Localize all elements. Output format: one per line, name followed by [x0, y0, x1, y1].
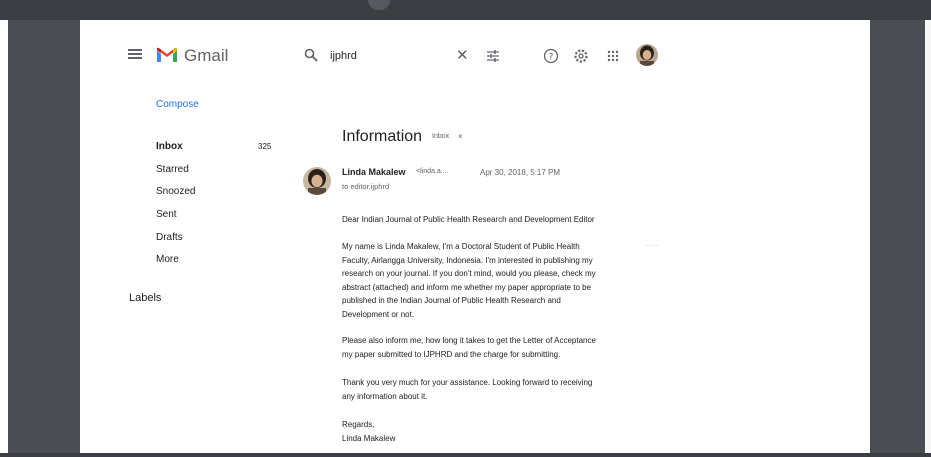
body-line: published in the Indian Journal of Publi… [342, 296, 561, 305]
svg-text:?: ? [549, 53, 554, 63]
body-line: My name is Linda Makalew, I'm a Doctoral… [342, 242, 580, 251]
compose-button[interactable]: Compose [156, 99, 199, 110]
inbox-label-chip[interactable]: Inbox [432, 133, 449, 140]
body-line: research on your journal. If you don't m… [342, 269, 596, 278]
body-signoff: Regards, [342, 420, 375, 429]
remove-label-icon[interactable]: × [458, 132, 463, 141]
sidebar-item-drafts[interactable]: Drafts [156, 232, 183, 243]
body-line: Development or not. [342, 309, 415, 319]
sender-avatar [303, 167, 331, 195]
settings-icon[interactable] [573, 48, 589, 64]
body-line: my paper submitted to IJPHRD and the cha… [342, 349, 561, 359]
labels-heading: Labels [129, 292, 162, 304]
browser-topbar [0, 0, 931, 20]
sidebar-item-inbox[interactable]: Inbox [156, 141, 183, 152]
search-icon[interactable] [304, 48, 318, 62]
filter-icon[interactable] [486, 49, 500, 63]
inbox-count: 325 [258, 142, 272, 151]
clear-search-icon[interactable]: ✕ [456, 48, 469, 63]
recipient-line[interactable]: to editor.ijphrd [342, 182, 389, 191]
body-line: Please also inform me, how long it takes… [342, 336, 596, 345]
search-input[interactable]: ijphrd [330, 50, 357, 62]
bottom-edge [0, 453, 931, 457]
body-line: Thank you very much for your assistance.… [342, 378, 593, 387]
body-signature: Linda Makalew [342, 433, 396, 443]
camera-notch [368, 0, 390, 10]
sender-name: Linda Makalew [342, 167, 406, 177]
divider [645, 245, 659, 246]
message-date: Apr 30, 2018, 5:17 PM [480, 168, 561, 177]
sidebar-item-more[interactable]: More [156, 254, 179, 265]
apps-icon[interactable] [607, 50, 619, 62]
message-subject: Information [342, 128, 423, 145]
sidebar-item-snoozed[interactable]: Snoozed [156, 186, 195, 197]
gmail-page: Gmail ijphrd ✕ ? Compose Inbox 325 Starr… [80, 20, 870, 453]
help-icon[interactable]: ? [543, 48, 559, 64]
sidebar-item-sent[interactable]: Sent [156, 209, 177, 220]
account-avatar[interactable] [636, 44, 658, 66]
body-line: abstract (attached) and inform me whethe… [342, 282, 592, 292]
sender-email: <linda.a.... [416, 168, 449, 175]
sidebar-item-starred[interactable]: Starred [156, 164, 189, 175]
body-greeting: Dear Indian Journal of Public Health Res… [342, 215, 595, 224]
gmail-brand: Gmail [184, 46, 229, 65]
right-edge [925, 20, 931, 453]
menu-icon[interactable] [128, 49, 142, 59]
body-line: Faculty, Airlangga University, Indonesia… [342, 255, 593, 265]
body-line: any information about it. [342, 391, 428, 401]
gmail-logo [157, 47, 177, 62]
